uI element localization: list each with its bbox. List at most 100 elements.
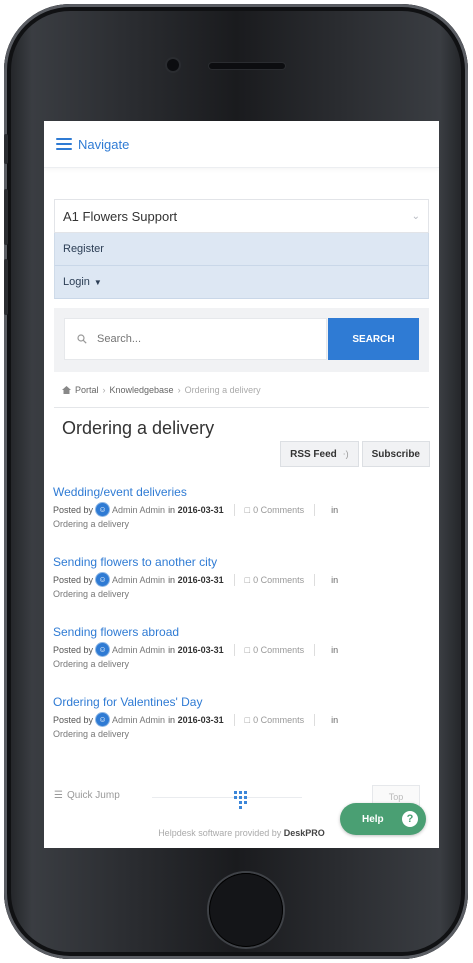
avatar-icon: ☺ bbox=[96, 643, 110, 656]
author-name: Admin Admin bbox=[112, 504, 166, 515]
comments-count: 0 Comments bbox=[253, 714, 305, 725]
menu-item-label: Register bbox=[63, 243, 104, 255]
list-item: Sending flowers to another city Posted b… bbox=[53, 555, 433, 625]
article-meta: Posted by ☺ Admin Admin in 2016-03-31 □ … bbox=[53, 713, 433, 726]
article-title-link[interactable]: Ordering for Valentines' Day bbox=[53, 695, 433, 709]
site-title: A1 Flowers Support bbox=[63, 208, 178, 224]
article-title-link[interactable]: Sending flowers to another city bbox=[53, 555, 433, 569]
volume-down-button bbox=[4, 259, 8, 315]
search-input[interactable] bbox=[95, 332, 299, 346]
divider bbox=[152, 797, 302, 798]
menu-item-label: Login bbox=[63, 276, 90, 288]
comments-count: 0 Comments bbox=[253, 574, 305, 585]
search-panel: SEARCH bbox=[54, 308, 429, 372]
avatar-icon: ☺ bbox=[96, 573, 110, 586]
list-item: Sending flowers abroad Posted by ☺ Admin… bbox=[53, 625, 433, 695]
comments-count: 0 Comments bbox=[253, 504, 305, 515]
earpiece-speaker bbox=[209, 63, 285, 69]
in-word: in bbox=[168, 574, 176, 585]
meta-separator bbox=[314, 643, 316, 656]
powered-prefix: Helpdesk software provided by bbox=[158, 828, 282, 838]
article-category-link[interactable]: Ordering a delivery bbox=[53, 659, 433, 669]
in-label: in bbox=[331, 644, 339, 655]
question-icon: ? bbox=[402, 811, 418, 827]
author-name: Admin Admin bbox=[112, 574, 166, 585]
breadcrumb-knowledgebase[interactable]: Knowledgebase bbox=[110, 385, 174, 395]
comment-icon: □ bbox=[244, 714, 251, 725]
post-date: 2016-03-31 bbox=[177, 714, 224, 725]
posted-by-label: Posted by bbox=[53, 714, 94, 725]
comments-count: 0 Comments bbox=[253, 644, 305, 655]
menu-item-register[interactable]: Register bbox=[54, 233, 429, 266]
hamburger-icon[interactable] bbox=[56, 138, 72, 150]
help-button[interactable]: Help ? bbox=[340, 803, 426, 835]
meta-separator bbox=[233, 573, 235, 586]
posted-by-label: Posted by bbox=[53, 504, 94, 515]
in-word: in bbox=[168, 644, 176, 655]
comments-link[interactable]: □ 0 Comments bbox=[245, 715, 304, 725]
article-title-link[interactable]: Sending flowers abroad bbox=[53, 625, 433, 639]
posted-by-label: Posted by bbox=[53, 574, 94, 585]
breadcrumb-separator: › bbox=[102, 385, 106, 395]
rss-feed-button[interactable]: RSS Feed ⋅) bbox=[280, 441, 359, 467]
caret-down-icon: ▼ bbox=[93, 277, 102, 287]
site-title-dropdown[interactable]: A1 Flowers Support ⌄ bbox=[54, 199, 429, 233]
front-camera bbox=[167, 59, 179, 71]
in-word: in bbox=[168, 504, 176, 515]
meta-separator bbox=[314, 573, 316, 586]
posted-by-label: Posted by bbox=[53, 644, 94, 655]
comments-link[interactable]: □ 0 Comments bbox=[245, 505, 304, 515]
grid-icon bbox=[230, 788, 252, 809]
in-label: in bbox=[331, 574, 339, 585]
menu-item-login[interactable]: Login ▼ bbox=[54, 266, 429, 299]
comment-icon: □ bbox=[244, 504, 251, 515]
help-label: Help bbox=[362, 813, 384, 825]
divider bbox=[54, 407, 429, 408]
article-category-link[interactable]: Ordering a delivery bbox=[53, 519, 433, 529]
search-button[interactable]: SEARCH bbox=[328, 318, 419, 360]
comment-icon: □ bbox=[244, 574, 251, 585]
breadcrumb-current: Ordering a delivery bbox=[184, 385, 261, 395]
page-title: Ordering a delivery bbox=[62, 418, 215, 438]
rss-feed-label: RSS Feed bbox=[290, 448, 337, 460]
breadcrumb-separator: › bbox=[177, 385, 181, 395]
post-date: 2016-03-31 bbox=[177, 574, 224, 585]
site-menu: A1 Flowers Support ⌄ Register Login ▼ bbox=[54, 199, 429, 299]
in-word: in bbox=[168, 714, 176, 725]
comments-link[interactable]: □ 0 Comments bbox=[245, 575, 304, 585]
avatar-icon: ☺ bbox=[96, 713, 110, 726]
comment-icon: □ bbox=[244, 644, 251, 655]
author-name: Admin Admin bbox=[112, 714, 166, 725]
quick-jump-link[interactable]: ☰ Quick Jump bbox=[54, 790, 120, 801]
top-navbar: Navigate bbox=[44, 121, 439, 168]
in-label: in bbox=[331, 714, 339, 725]
deskpro-link[interactable]: DeskPRO bbox=[284, 828, 325, 838]
article-list: Wedding/event deliveries Posted by ☺ Adm… bbox=[53, 485, 433, 765]
list-item: Wedding/event deliveries Posted by ☺ Adm… bbox=[53, 485, 433, 555]
author-name: Admin Admin bbox=[112, 644, 166, 655]
rss-icon: ⋅) bbox=[342, 448, 349, 459]
search-icon bbox=[77, 334, 87, 344]
comments-link[interactable]: □ 0 Comments bbox=[245, 645, 304, 655]
home-icon bbox=[62, 386, 71, 394]
post-date: 2016-03-31 bbox=[177, 504, 224, 515]
list-icon: ☰ bbox=[54, 790, 63, 801]
home-button[interactable] bbox=[209, 873, 283, 947]
article-meta: Posted by ☺ Admin Admin in 2016-03-31 □ … bbox=[53, 503, 433, 516]
breadcrumb-portal[interactable]: Portal bbox=[75, 385, 99, 395]
article-category-link[interactable]: Ordering a delivery bbox=[53, 729, 433, 739]
phone-screen: Navigate A1 Flowers Support ⌄ Register L… bbox=[44, 121, 439, 848]
article-category-link[interactable]: Ordering a delivery bbox=[53, 589, 433, 599]
meta-separator bbox=[233, 713, 235, 726]
quick-jump-label: Quick Jump bbox=[66, 790, 120, 801]
breadcrumb: Portal › Knowledgebase › Ordering a deli… bbox=[62, 385, 261, 395]
avatar-icon: ☺ bbox=[96, 503, 110, 516]
search-field[interactable] bbox=[64, 318, 327, 360]
meta-separator bbox=[314, 713, 316, 726]
subscribe-button[interactable]: Subscribe bbox=[361, 441, 430, 467]
meta-separator bbox=[233, 503, 235, 516]
article-title-link[interactable]: Wedding/event deliveries bbox=[53, 485, 433, 499]
volume-up-button bbox=[4, 189, 8, 245]
subscribe-label: Subscribe bbox=[371, 448, 420, 460]
navigate-link[interactable]: Navigate bbox=[78, 137, 129, 152]
